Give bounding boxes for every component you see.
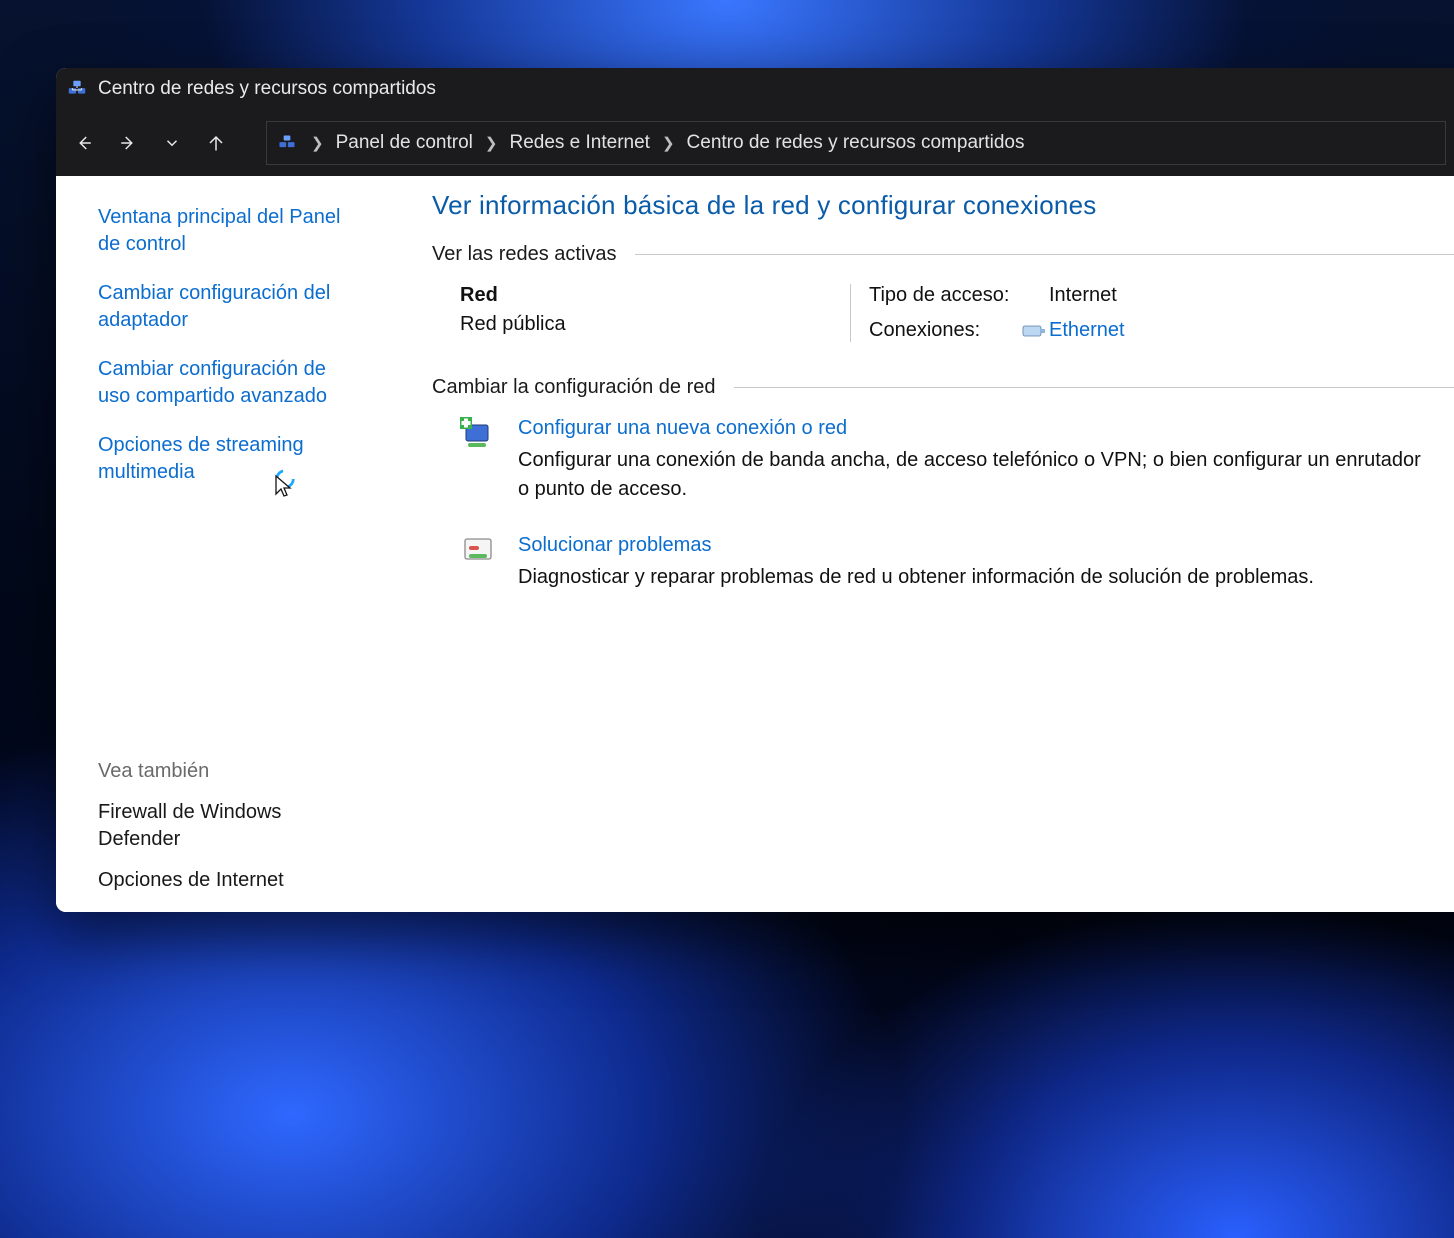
- titlebar[interactable]: Centro de redes y recursos compartidos: [56, 68, 1454, 110]
- address-bar[interactable]: ❯ Panel de control ❯ Redes e Internet ❯ …: [266, 121, 1446, 165]
- connection-link-ethernet[interactable]: Ethernet: [1049, 319, 1125, 342]
- network-center-icon: [277, 133, 299, 153]
- chevron-right-icon: ❯: [660, 134, 677, 152]
- see-also-heading: Vea también: [98, 758, 356, 785]
- network-identity: Red Red pública: [432, 284, 832, 342]
- see-also-section: Vea también Firewall de Windows Defender…: [98, 728, 356, 894]
- breadcrumb-network-internet[interactable]: Redes e Internet: [509, 132, 649, 154]
- content-area: Ver información básica de la red y confi…: [376, 176, 1454, 912]
- divider-line: [635, 254, 1454, 255]
- sidebar-link-control-panel-home[interactable]: Ventana principal del Panel de control: [98, 204, 356, 258]
- up-button[interactable]: [196, 123, 236, 163]
- change-settings-heading: Cambiar la configuración de red: [432, 376, 1454, 399]
- task-description: Diagnosticar y reparar problemas de red …: [518, 563, 1434, 592]
- section-label: Cambiar la configuración de red: [432, 376, 716, 399]
- window-body: Ventana principal del Panel de control C…: [56, 176, 1454, 912]
- breadcrumb-control-panel[interactable]: Panel de control: [336, 132, 473, 154]
- forward-button[interactable]: [108, 123, 148, 163]
- network-details: Tipo de acceso: Internet Conexiones: Eth…: [869, 284, 1125, 342]
- window-title: Centro de redes y recursos compartidos: [98, 78, 436, 100]
- control-panel-window: Centro de redes y recursos compartidos ❯: [56, 68, 1454, 912]
- history-dropdown-button[interactable]: [152, 123, 192, 163]
- access-type-label: Tipo de acceso:: [869, 284, 1019, 307]
- troubleshoot-icon: [460, 534, 496, 570]
- task-link-troubleshoot[interactable]: Solucionar problemas: [518, 534, 1434, 557]
- vertical-divider: [850, 284, 851, 342]
- sidebar-links: Ventana principal del Panel de control C…: [98, 204, 356, 486]
- access-type-value: Internet: [1049, 284, 1125, 307]
- task-link-setup-connection[interactable]: Configurar una nueva conexión o red: [518, 417, 1434, 440]
- network-entry: Red Red pública Tipo de acceso: Internet…: [432, 284, 1454, 342]
- task-description: Configurar una conexión de banda ancha, …: [518, 446, 1434, 504]
- chevron-right-icon: ❯: [483, 134, 500, 152]
- task-setup-connection: Configurar una nueva conexión o red Conf…: [460, 417, 1454, 504]
- divider-line: [734, 387, 1454, 388]
- active-networks-heading: Ver las redes activas: [432, 243, 1454, 266]
- sidebar: Ventana principal del Panel de control C…: [56, 176, 376, 912]
- see-also-link-firewall[interactable]: Firewall de Windows Defender: [98, 799, 356, 853]
- network-type: Red pública: [460, 313, 832, 336]
- setup-connection-icon: [460, 417, 496, 453]
- back-button[interactable]: [64, 123, 104, 163]
- connections-label: Conexiones:: [869, 319, 1019, 342]
- see-also-link-internet-options[interactable]: Opciones de Internet: [98, 867, 356, 894]
- sidebar-link-media-streaming[interactable]: Opciones de streaming multimedia: [98, 432, 356, 486]
- navigation-bar: ❯ Panel de control ❯ Redes e Internet ❯ …: [56, 110, 1454, 176]
- sidebar-link-advanced-sharing[interactable]: Cambiar configuración de uso compartido …: [98, 356, 356, 410]
- network-name: Red: [460, 284, 832, 307]
- network-center-icon: [66, 78, 88, 100]
- section-label: Ver las redes activas: [432, 243, 617, 266]
- ethernet-icon: [1019, 323, 1049, 339]
- sidebar-link-adapter-settings[interactable]: Cambiar configuración del adaptador: [98, 280, 356, 334]
- page-title: Ver información básica de la red y confi…: [432, 190, 1454, 221]
- task-troubleshoot: Solucionar problemas Diagnosticar y repa…: [460, 534, 1454, 592]
- breadcrumb-network-sharing-center[interactable]: Centro de redes y recursos compartidos: [687, 132, 1025, 154]
- chevron-right-icon: ❯: [309, 134, 326, 152]
